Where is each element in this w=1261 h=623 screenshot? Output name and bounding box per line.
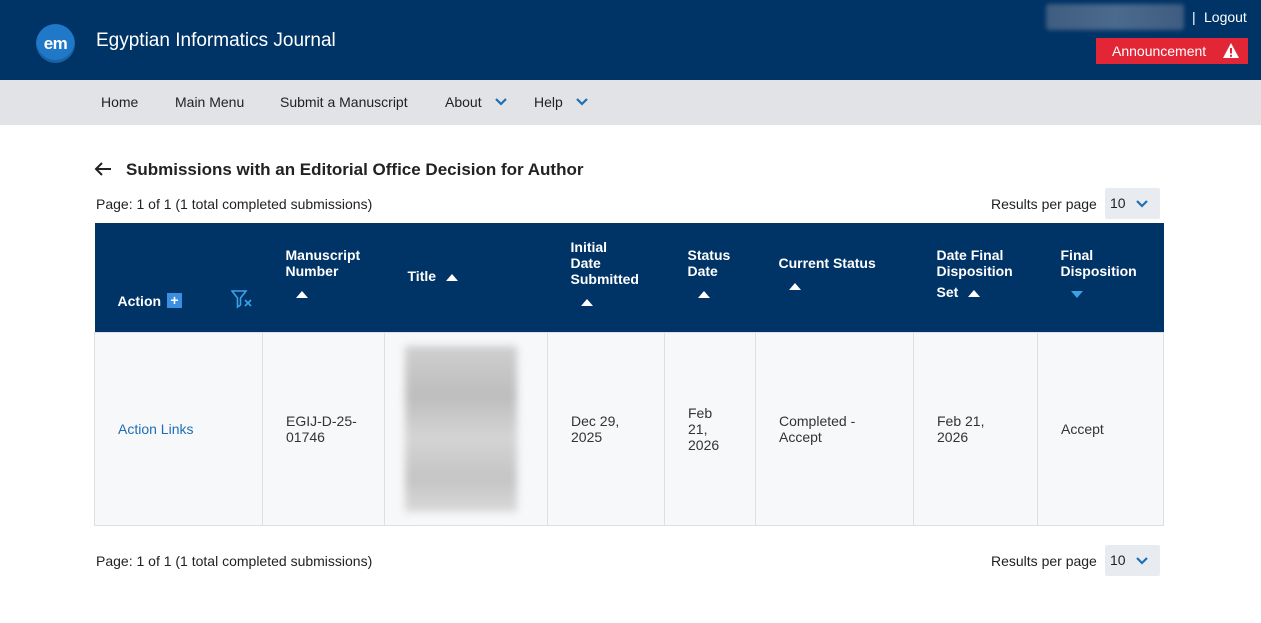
expand-plus-icon[interactable]: + bbox=[166, 293, 182, 308]
final-disposition-value: Accept bbox=[1061, 421, 1104, 437]
logout-link[interactable]: Logout bbox=[1204, 9, 1247, 25]
cell-manuscript-number: EGIJ-D-25- 01746 bbox=[262, 332, 385, 526]
col-manuscript-number[interactable]: Manuscript Number bbox=[262, 223, 385, 333]
cell-date-final-disposition: Feb 21, 2026 bbox=[913, 332, 1038, 526]
warning-triangle-icon bbox=[1223, 43, 1239, 58]
site-header: em Egyptian Informatics Journal | Logout… bbox=[0, 0, 1261, 80]
username-redacted bbox=[1046, 4, 1184, 30]
table-row: Action Links EGIJ-D-25- 01746 Dec 29, 20… bbox=[94, 332, 1164, 526]
col-initial-label-1: Initial bbox=[570, 239, 608, 255]
sort-asc-icon[interactable] bbox=[788, 283, 801, 290]
results-per-page-label-top: Results per page bbox=[991, 196, 1097, 212]
sort-asc-icon[interactable] bbox=[580, 299, 593, 306]
logout-separator: | bbox=[1192, 9, 1196, 25]
results-per-page-label-bottom: Results per page bbox=[991, 553, 1097, 569]
col-date-final-label-2: Disposition bbox=[936, 263, 1013, 279]
announcement-label: Announcement bbox=[1112, 43, 1207, 59]
results-per-page-select-bottom[interactable]: 10 bbox=[1105, 545, 1160, 576]
clear-filter-icon[interactable] bbox=[230, 289, 253, 309]
pager-info-top: Page: 1 of 1 (1 total completed submissi… bbox=[96, 196, 373, 212]
col-date-final-disposition-set[interactable]: Date Final Disposition Set bbox=[913, 223, 1038, 333]
initial-date-line-2: 2025 bbox=[571, 429, 603, 445]
col-manuscript-label-2: Number bbox=[285, 263, 339, 279]
col-final-disp-label-1: Final bbox=[1060, 247, 1094, 263]
sort-asc-icon[interactable] bbox=[295, 291, 308, 298]
results-per-page-select-top[interactable]: 10 bbox=[1105, 188, 1160, 219]
sort-desc-icon[interactable] bbox=[1070, 291, 1083, 298]
col-status-date[interactable]: Status Date bbox=[664, 223, 756, 333]
final-date-line-1: Feb 21, bbox=[937, 413, 985, 429]
col-final-disposition[interactable]: Final Disposition bbox=[1037, 223, 1164, 333]
col-initial-label-2: Date bbox=[570, 255, 601, 271]
current-status-line-1: Completed - bbox=[779, 413, 856, 429]
col-manuscript-label-1: Manuscript bbox=[285, 247, 361, 263]
about-chevron-down-icon[interactable] bbox=[494, 95, 508, 109]
col-initial-date-submitted[interactable]: Initial Date Submitted bbox=[547, 223, 665, 333]
cell-status-date: Feb 21, 2026 bbox=[664, 332, 756, 526]
sort-asc-icon[interactable] bbox=[697, 291, 710, 298]
manuscript-number-line-1: EGIJ-D-25- bbox=[286, 413, 357, 429]
results-per-page-value: 10 bbox=[1110, 195, 1126, 211]
col-date-final-label-1: Date Final bbox=[936, 247, 1004, 263]
sort-asc-icon[interactable] bbox=[968, 290, 981, 297]
cell-title bbox=[384, 332, 548, 526]
manuscript-number-line-2: 01746 bbox=[286, 429, 325, 445]
col-title[interactable]: Title bbox=[384, 223, 548, 333]
nav-submit-manuscript[interactable]: Submit a Manuscript bbox=[280, 94, 408, 110]
cell-final-disposition: Accept bbox=[1037, 332, 1164, 526]
col-action-label: Action bbox=[117, 293, 162, 309]
col-title-label: Title bbox=[407, 268, 437, 284]
nav-home[interactable]: Home bbox=[101, 94, 138, 110]
back-arrow-icon[interactable] bbox=[94, 160, 112, 178]
col-status-date-label-1: Status bbox=[687, 247, 731, 263]
col-status-date-label-2: Date bbox=[687, 263, 718, 279]
nav-main-menu[interactable]: Main Menu bbox=[175, 94, 244, 110]
cell-action: Action Links bbox=[94, 332, 263, 526]
chevron-down-icon bbox=[1136, 557, 1148, 565]
nav-help[interactable]: Help bbox=[534, 94, 563, 110]
current-status-line-2: Accept bbox=[779, 429, 822, 445]
main-nav: Home Main Menu Submit a Manuscript About… bbox=[0, 80, 1261, 125]
status-date-line-1: Feb bbox=[688, 405, 713, 421]
em-logo[interactable]: em bbox=[36, 24, 75, 63]
pager-info-bottom: Page: 1 of 1 (1 total completed submissi… bbox=[96, 553, 373, 569]
page-title: Submissions with an Editorial Office Dec… bbox=[126, 160, 584, 179]
action-links-link[interactable]: Action Links bbox=[118, 421, 193, 437]
cell-initial-date-submitted: Dec 29, 2025 bbox=[547, 332, 665, 526]
title-redacted bbox=[405, 346, 517, 512]
col-action: Action + bbox=[94, 223, 263, 333]
col-current-status[interactable]: Current Status bbox=[755, 223, 914, 333]
submissions-table: Action + Manuscript Number Title Initial… bbox=[94, 223, 1164, 526]
col-final-disp-label-2: Disposition bbox=[1060, 263, 1137, 279]
col-current-status-label: Current Status bbox=[778, 255, 876, 271]
help-chevron-down-icon[interactable] bbox=[575, 95, 589, 109]
col-date-final-label-3: Set bbox=[936, 284, 959, 300]
col-initial-label-3: Submitted bbox=[570, 271, 639, 287]
status-date-line-2: 21, bbox=[688, 421, 708, 437]
cell-current-status: Completed - Accept bbox=[755, 332, 914, 526]
announcement-button[interactable]: Announcement bbox=[1096, 38, 1248, 64]
journal-title: Egyptian Informatics Journal bbox=[96, 30, 336, 51]
final-date-line-2: 2026 bbox=[937, 429, 969, 445]
initial-date-line-1: Dec 29, bbox=[571, 413, 620, 429]
status-date-line-3: 2026 bbox=[688, 437, 720, 453]
results-per-page-value: 10 bbox=[1110, 552, 1126, 568]
nav-about[interactable]: About bbox=[445, 94, 482, 110]
chevron-down-icon bbox=[1136, 200, 1148, 208]
table-header-row: Action + Manuscript Number Title Initial… bbox=[94, 223, 1164, 333]
sort-asc-icon[interactable] bbox=[445, 274, 458, 281]
